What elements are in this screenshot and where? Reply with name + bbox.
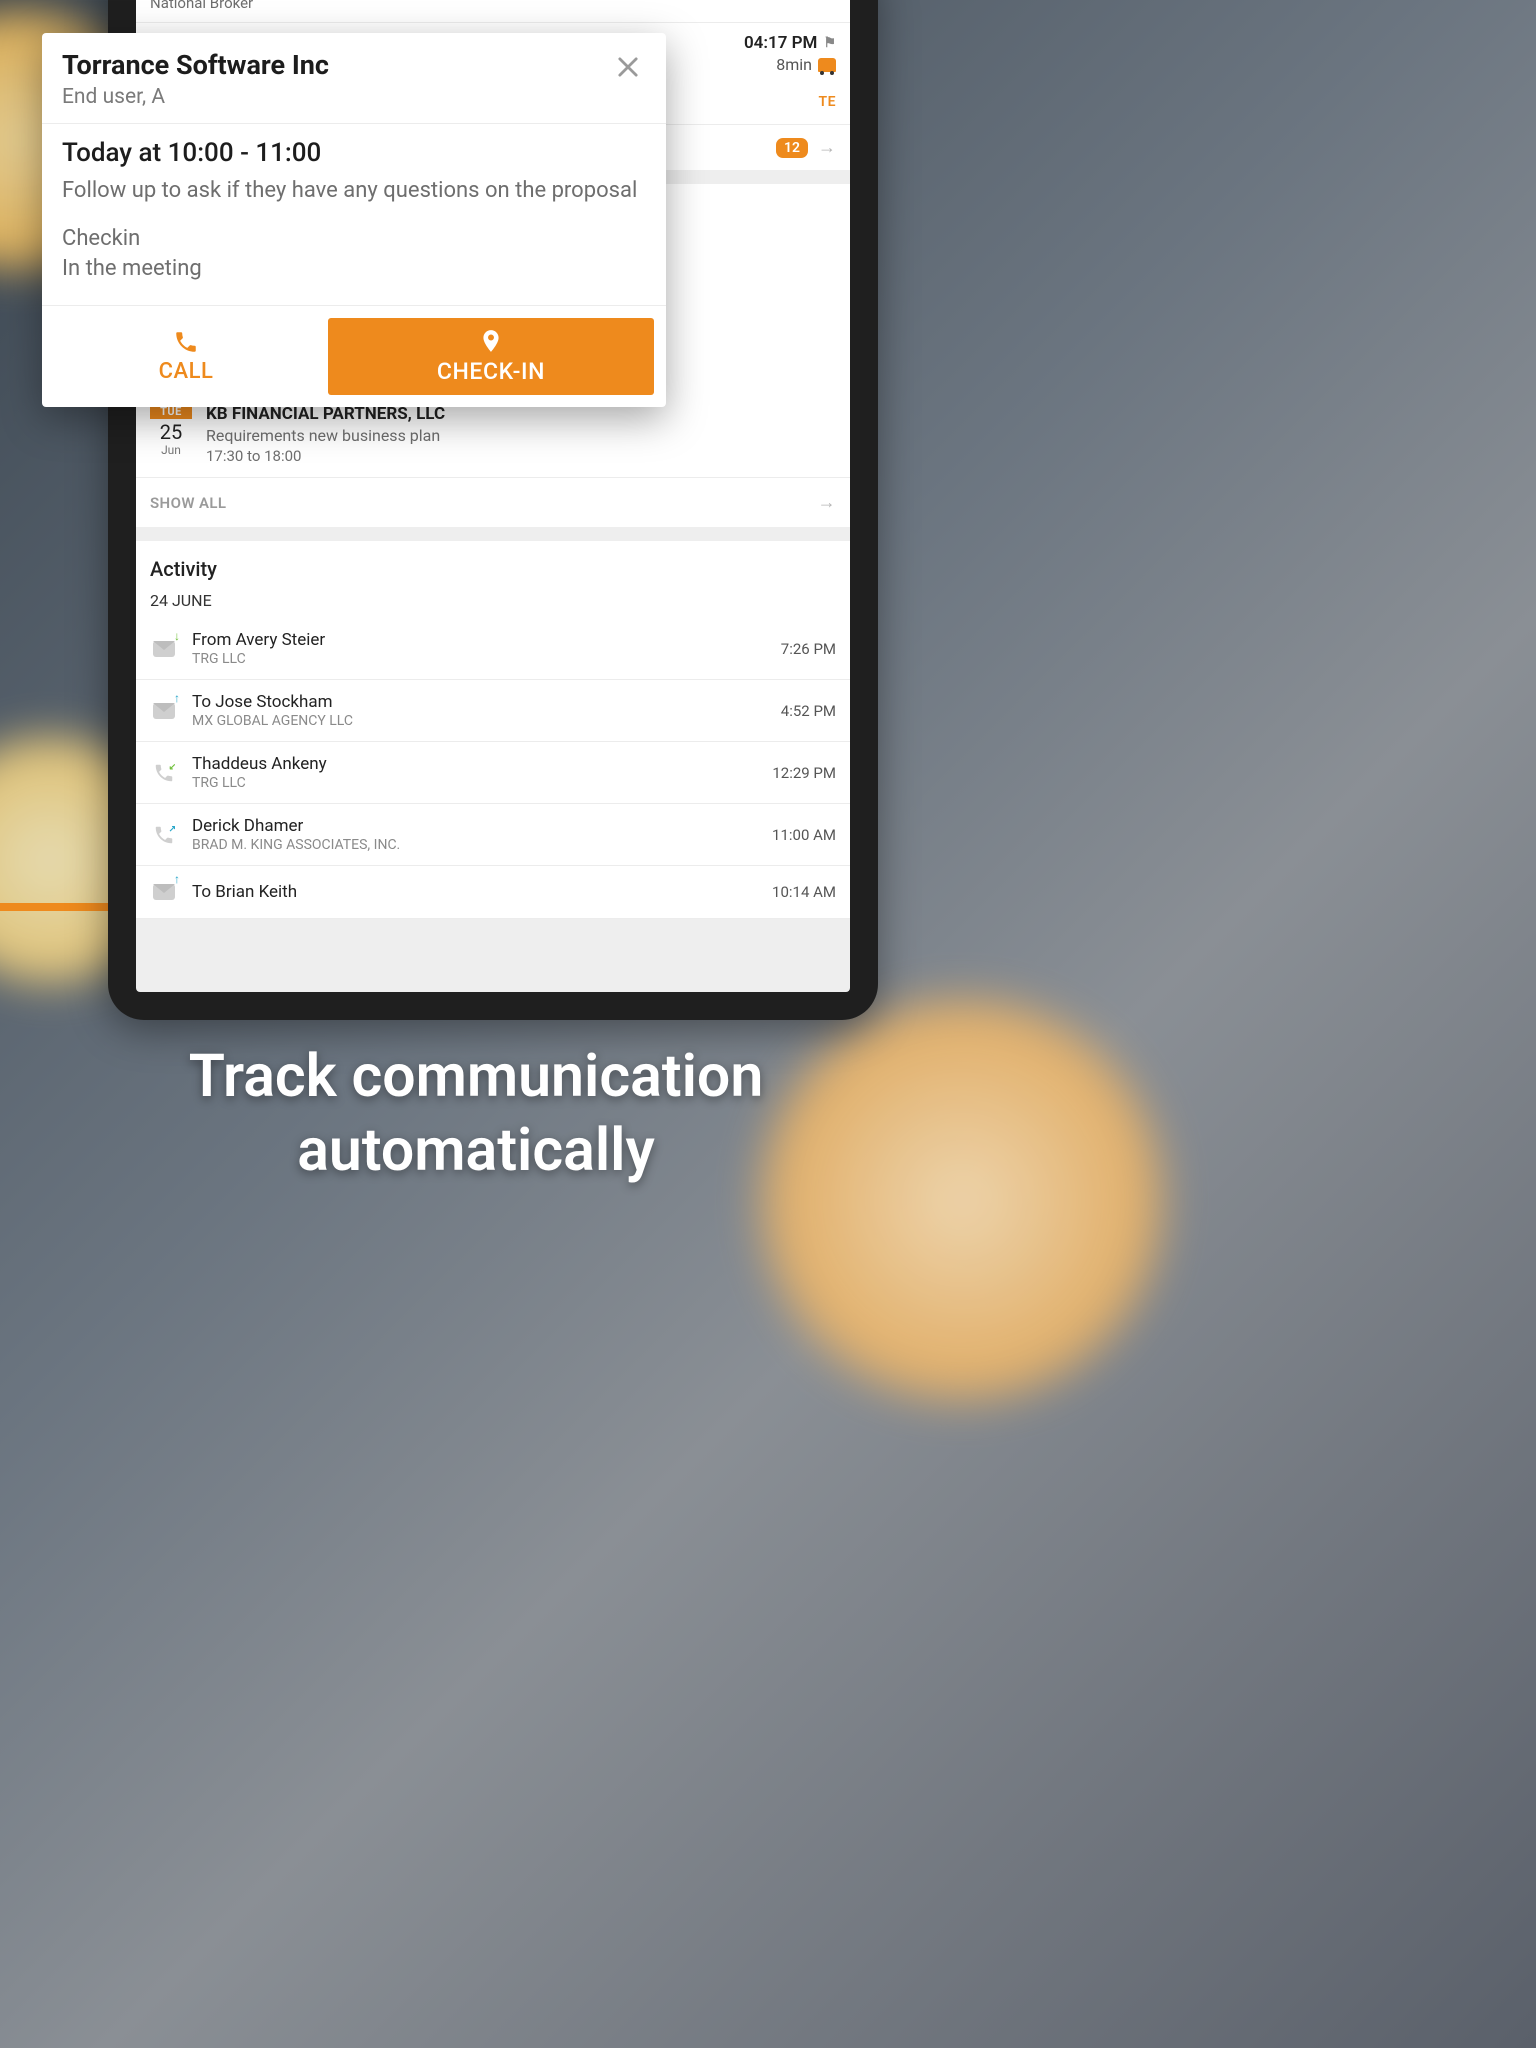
activity-item[interactable]: ↙ Thaddeus AnkenyTRG LLC 12:29 PM [136,742,850,804]
event-day: 25 [150,421,192,443]
popover-description: Follow up to ask if they have any questi… [62,176,646,206]
activity-title: From Avery Steier [192,630,767,650]
context-label: National Broker [136,0,850,22]
activity-sub: TRG LLC [192,775,758,791]
flag-icon: ⚑ [823,35,836,51]
count-badge: 12 [776,138,808,158]
activity-time: 7:26 PM [781,640,836,658]
activity-sub: MX GLOBAL AGENCY LLC [192,713,767,729]
close-icon [614,53,642,81]
checkin-button[interactable]: CHECK-IN [328,318,654,395]
activity-title: Derick Dhamer [192,816,758,836]
eta-duration: 8min [776,55,812,74]
show-all-label: SHOW ALL [150,494,226,512]
activity-title: To Brian Keith [192,882,758,902]
chevron-right-icon: → [818,137,836,158]
popover-status-2: In the meeting [62,254,646,285]
activity-header: Activity [136,541,850,591]
event-date: TUE 25 Jun [150,404,192,457]
location-pin-icon [478,328,504,354]
activity-sub: TRG LLC [192,651,767,667]
activity-item[interactable]: ↑ To Jose StockhamMX GLOBAL AGENCY LLC 4:5… [136,680,850,742]
call-out-icon: ↗ [150,821,178,849]
show-all-button[interactable]: SHOW ALL → [136,478,850,527]
activity-item[interactable]: ↑ To Brian Keith 10:14 AM [136,866,850,919]
activity-title: To Jose Stockham [192,692,767,712]
activity-time: 11:00 AM [772,826,836,844]
activity-item[interactable]: ↓ From Avery SteierTRG LLC 7:26 PM [136,618,850,680]
popover-title: Torrance Software Inc [62,49,610,81]
popover-time: Today at 10:00 - 11:00 [62,138,646,168]
activity-item[interactable]: ↗ Derick DhamerBRAD M. KING ASSOCIATES, I… [136,804,850,866]
mail-in-icon: ↓ [150,635,178,663]
phone-icon [173,329,199,355]
event-time: 17:30 to 18:00 [206,447,836,465]
activity-date: 24 JUNE [136,591,850,618]
call-button[interactable]: CALL [54,318,318,395]
svg-text:↙: ↙ [169,762,175,772]
activity-time: 12:29 PM [772,764,836,782]
activity-time: 4:52 PM [781,702,836,720]
chevron-right-icon: → [818,492,836,513]
accent-strip [0,903,108,911]
marketing-tagline: Track communication automatically [0,1040,952,1188]
event-subtitle: Requirements new business plan [206,426,836,445]
mail-out-icon: ↑ [150,878,178,906]
mail-out-icon: ↑ [150,697,178,725]
close-button[interactable] [610,49,646,89]
call-label: CALL [159,359,214,384]
event-popover: Torrance Software Inc End user, A Today … [42,33,666,407]
eta-time: 04:17 PM [744,33,818,53]
popover-subtitle: End user, A [62,85,610,109]
call-in-icon: ↙ [150,759,178,787]
popover-status-1: Checkin [62,224,646,255]
svg-text:↗: ↗ [169,824,175,834]
activity-time: 10:14 AM [772,883,836,901]
event-month: Jun [150,443,192,457]
car-icon [818,58,836,72]
activity-sub: BRAD M. KING ASSOCIATES, INC. [192,837,758,853]
activity-title: Thaddeus Ankeny [192,754,758,774]
checkin-label: CHECK-IN [437,358,545,385]
